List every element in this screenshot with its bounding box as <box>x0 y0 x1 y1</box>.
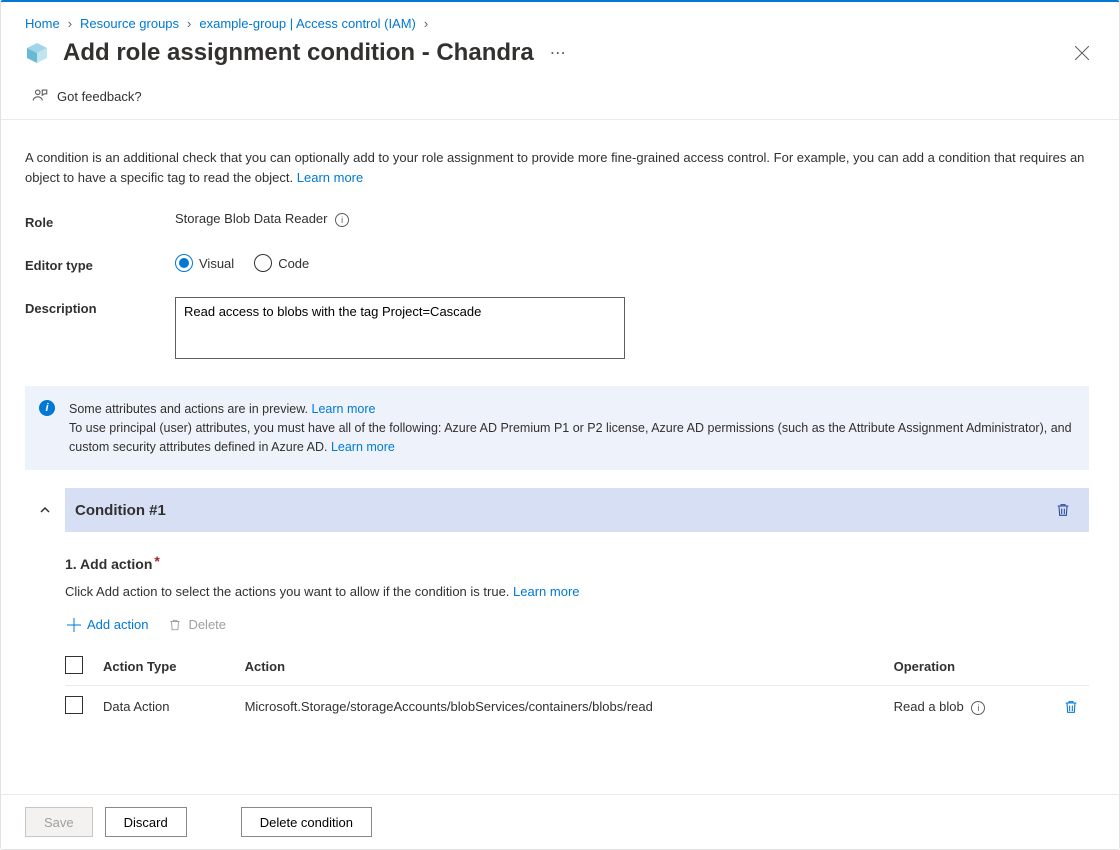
condition-header: Condition #1 <box>25 488 1089 532</box>
role-value: Storage Blob Data Reader <box>175 211 327 226</box>
banner-line1: Some attributes and actions are in previ… <box>69 402 308 416</box>
breadcrumb-sep: › <box>424 16 428 31</box>
actions-table: Action Type Action Operation Data Action… <box>65 648 1089 727</box>
action-buttons: Add action Delete <box>65 613 1089 636</box>
discard-button[interactable]: Discard <box>105 807 187 837</box>
select-all-checkbox[interactable] <box>65 656 83 674</box>
delete-action-button[interactable]: Delete <box>166 613 228 636</box>
info-icon: i <box>39 400 55 416</box>
condition-collapse-toggle[interactable] <box>25 488 65 532</box>
more-actions-icon[interactable]: ⋯ <box>550 43 566 63</box>
step1-title: 1. Add action* <box>65 556 1089 572</box>
feedback-label: Got feedback? <box>57 89 142 104</box>
cell-operation: Read a blob i <box>884 686 1053 728</box>
breadcrumb-resource-groups[interactable]: Resource groups <box>80 16 179 31</box>
feedback-icon <box>31 87 49 105</box>
add-action-button[interactable]: Add action <box>65 613 150 636</box>
description-input[interactable] <box>175 297 625 359</box>
title-row: Add role assignment condition - Chandra … <box>1 39 1119 77</box>
intro-text: A condition is an additional check that … <box>25 148 1089 187</box>
chevron-up-icon <box>39 504 51 516</box>
table-row: Data Action Microsoft.Storage/storageAcc… <box>65 686 1089 728</box>
col-action: Action <box>235 648 884 686</box>
cell-action: Microsoft.Storage/storageAccounts/blobSe… <box>235 686 884 728</box>
intro-learn-more-link[interactable]: Learn more <box>297 170 363 185</box>
editor-code-radio[interactable]: Code <box>254 254 309 272</box>
footer-bar: Save Discard Delete condition <box>1 794 1119 849</box>
step1-help: Click Add action to select the actions y… <box>65 584 1089 599</box>
banner-learn-more-1[interactable]: Learn more <box>312 402 376 416</box>
save-button[interactable]: Save <box>25 807 93 837</box>
editor-visual-label: Visual <box>199 256 234 271</box>
close-button[interactable] <box>1069 40 1095 66</box>
resource-cube-icon <box>25 41 49 65</box>
trash-icon <box>1055 502 1071 518</box>
breadcrumb-sep: › <box>187 16 191 31</box>
condition-block: Condition #1 1. Add action* Click Add ac… <box>25 488 1089 727</box>
main-content: A condition is an additional check that … <box>1 134 1113 794</box>
page-title: Add role assignment condition - Chandra <box>63 39 534 67</box>
trash-icon <box>1063 699 1079 715</box>
breadcrumb-sep: › <box>68 16 72 31</box>
condition-delete-button[interactable] <box>1047 498 1079 522</box>
banner-line2: To use principal (user) attributes, you … <box>69 421 1072 454</box>
trash-icon <box>168 618 182 632</box>
breadcrumb-home[interactable]: Home <box>25 16 60 31</box>
role-info-icon[interactable]: i <box>335 213 349 227</box>
delete-condition-button[interactable]: Delete condition <box>241 807 372 837</box>
col-action-type: Action Type <box>93 648 235 686</box>
banner-learn-more-2[interactable]: Learn more <box>331 440 395 454</box>
breadcrumb-access-control[interactable]: example-group | Access control (IAM) <box>199 16 416 31</box>
feedback-bar[interactable]: Got feedback? <box>1 77 1119 120</box>
operation-info-icon[interactable]: i <box>971 701 985 715</box>
col-operation: Operation <box>884 648 1053 686</box>
editor-type-row: Editor type Visual Code <box>25 254 1089 273</box>
editor-code-label: Code <box>278 256 309 271</box>
step1-learn-more[interactable]: Learn more <box>513 584 579 599</box>
role-row: Role Storage Blob Data Reader i <box>25 211 1089 230</box>
preview-info-banner: i Some attributes and actions are in pre… <box>25 386 1089 470</box>
condition-title: Condition #1 <box>65 502 1047 519</box>
editor-visual-radio[interactable]: Visual <box>175 254 234 272</box>
role-label: Role <box>25 211 175 230</box>
condition-body: 1. Add action* Click Add action to selec… <box>25 532 1089 727</box>
row-checkbox[interactable] <box>65 696 83 714</box>
description-label: Description <box>25 297 175 362</box>
description-row: Description <box>25 297 1089 362</box>
breadcrumb: Home › Resource groups › example-group |… <box>1 2 1119 39</box>
row-delete-button[interactable] <box>1053 686 1089 728</box>
editor-type-label: Editor type <box>25 254 175 273</box>
cell-action-type: Data Action <box>93 686 235 728</box>
plus-icon <box>67 618 81 632</box>
editor-type-radio-group: Visual Code <box>175 254 1089 272</box>
